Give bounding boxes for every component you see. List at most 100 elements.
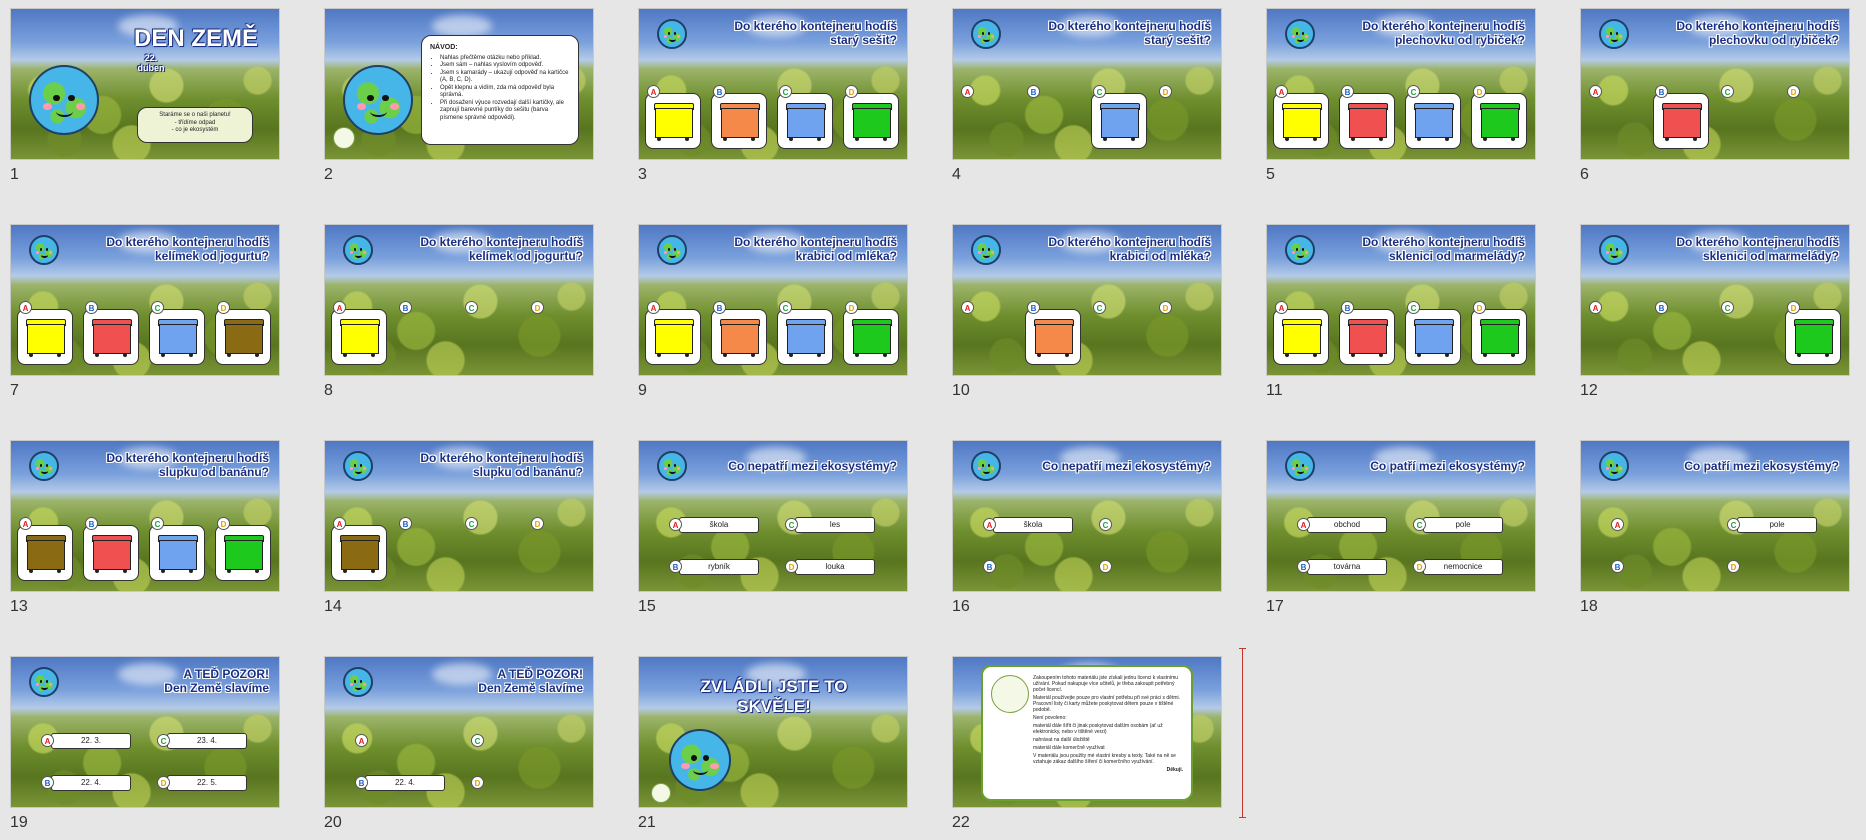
bin-card-d[interactable] xyxy=(1471,93,1527,149)
answer-option-c[interactable]: 23. 4. xyxy=(167,733,247,749)
bin-card-b[interactable] xyxy=(711,93,767,149)
slide-thumbnail-cell[interactable]: Co nepatří mezi ekosystémy? Aškola B C D 16 xyxy=(952,440,1222,615)
slide-thumbnail-cell[interactable]: Do kterého kontejneru hodíš sklenici od … xyxy=(1580,224,1850,399)
answer-option-c[interactable]: pole xyxy=(1737,517,1817,533)
slide-thumbnail-cell[interactable]: A TEĎ POZOR! Den Země slavíme A B 22. 4. C D 2… xyxy=(324,656,594,831)
slide-thumbnail-cell[interactable]: Do kterého kontejneru hodíš plechovku od… xyxy=(1266,8,1536,183)
bin-wheel xyxy=(1131,137,1135,141)
bin-wheel xyxy=(1103,137,1107,141)
slide-question: Do kterého kontejneru hodíš kelímek od j… xyxy=(106,235,269,263)
bin-card-a[interactable] xyxy=(331,309,387,365)
bin-card-c[interactable] xyxy=(1405,93,1461,149)
slide-thumbnail-cell[interactable]: Do kterého kontejneru hodíš sklenici od … xyxy=(1266,224,1536,399)
bin-card-d[interactable] xyxy=(1785,309,1841,365)
bin-card-b[interactable] xyxy=(711,309,767,365)
slide-thumbnail-cell[interactable]: Co patří mezi ekosystémy? Aobchod Btovárna… xyxy=(1266,440,1536,615)
bin-card-b[interactable] xyxy=(1653,93,1709,149)
answer-option-b[interactable]: 22. 4. xyxy=(365,775,445,791)
slide-thumbnail-10[interactable]: Do kterého kontejneru hodíš krabici od m… xyxy=(952,224,1222,376)
slide-thumbnail-cell[interactable]: Co nepatří mezi ekosystémy? Aškola Brybník… xyxy=(638,440,908,615)
slide-thumbnail-cell[interactable]: Do kterého kontejneru hodíš slupku od ba… xyxy=(324,440,594,615)
slide-thumbnail-17[interactable]: Co patří mezi ekosystémy? Aobchod Btovárna… xyxy=(1266,440,1536,592)
slide-thumbnail-cell[interactable]: A TEĎ POZOR! Den Země slavíme A 22. 3. B 22.… xyxy=(10,656,280,831)
bin-card-a[interactable] xyxy=(17,309,73,365)
bin-card-c[interactable] xyxy=(1405,309,1461,365)
slide-thumbnail-20[interactable]: A TEĎ POZOR! Den Země slavíme A B 22. 4. C D xyxy=(324,656,594,808)
slide-number: 4 xyxy=(952,166,961,183)
bin-card-a[interactable] xyxy=(645,93,701,149)
bin-card-d[interactable] xyxy=(843,309,899,365)
slide-thumbnail-cell[interactable]: NÁVOD: Nahlas přečtěme otázku nebo příkla… xyxy=(324,8,594,183)
answer-option-b[interactable]: 22. 4. xyxy=(51,775,131,791)
bin-card-a[interactable] xyxy=(1273,309,1329,365)
answer-option-d[interactable]: louka xyxy=(795,559,875,575)
answer-option-d[interactable]: nemocnice xyxy=(1423,559,1503,575)
slide-thumbnail-19[interactable]: A TEĎ POZOR! Den Země slavíme A 22. 3. B 22.… xyxy=(10,656,280,808)
bin-card-a[interactable] xyxy=(17,525,73,581)
slide-thumbnail-16[interactable]: Co nepatří mezi ekosystémy? Aškola B C D xyxy=(952,440,1222,592)
slide-thumbnail-15[interactable]: Co nepatří mezi ekosystémy? Aškola Brybník… xyxy=(638,440,908,592)
answer-option-a[interactable]: škola xyxy=(679,517,759,533)
slide-thumbnail-9[interactable]: Do kterého kontejneru hodíš krabici od m… xyxy=(638,224,908,376)
slide-question: Do kterého kontejneru hodíš kelímek od j… xyxy=(420,235,583,263)
slide-thumbnail-2[interactable]: NÁVOD: Nahlas přečtěme otázku nebo příkla… xyxy=(324,8,594,160)
slide-thumbnail-cell[interactable]: Do kterého kontejneru hodíš slupku od ba… xyxy=(10,440,280,615)
slide-thumbnail-cell[interactable]: Zakoupením tohoto materiálu jste získali… xyxy=(952,656,1222,831)
slide-thumbnail-cell[interactable]: DEN ZEMĚ 22. duben Staráme se o naši plane… xyxy=(10,8,280,183)
slide-thumbnail-cell[interactable]: Do kterého kontejneru hodíš kelímek od j… xyxy=(10,224,280,399)
slide-thumbnail-14[interactable]: Do kterého kontejneru hodíš slupku od ba… xyxy=(324,440,594,592)
bin-card-d[interactable] xyxy=(215,309,271,365)
slide-thumbnail-cell[interactable]: Do kterého kontejneru hodíš krabici od m… xyxy=(952,224,1222,399)
slide-thumbnail-cell[interactable]: Do kterého kontejneru hodíš kelímek od j… xyxy=(324,224,594,399)
slide-thumbnail-8[interactable]: Do kterého kontejneru hodíš kelímek od j… xyxy=(324,224,594,376)
answer-option-a[interactable]: 22. 3. xyxy=(51,733,131,749)
bin-card-b[interactable] xyxy=(83,309,139,365)
slide-thumbnail-11[interactable]: Do kterého kontejneru hodíš sklenici od … xyxy=(1266,224,1536,376)
answer-letter-c: C xyxy=(785,518,798,531)
slide-thumbnail-12[interactable]: Do kterého kontejneru hodíš sklenici od … xyxy=(1580,224,1850,376)
answer-option-a[interactable]: obchod xyxy=(1307,517,1387,533)
bin-card-c[interactable] xyxy=(777,309,833,365)
bin-card-a[interactable] xyxy=(331,525,387,581)
bin-card-c[interactable] xyxy=(777,93,833,149)
slide-thumbnail-1[interactable]: DEN ZEMĚ 22. duben Staráme se o naši plane… xyxy=(10,8,280,160)
bin-card-c[interactable] xyxy=(149,309,205,365)
slide-thumbnail-cell[interactable]: Co patří mezi ekosystémy? A B Cpole D 18 xyxy=(1580,440,1850,615)
bin-card-c[interactable] xyxy=(1091,93,1147,149)
bin-card-b[interactable] xyxy=(1025,309,1081,365)
slide-thumbnail-cell[interactable]: Do kterého kontejneru hodíš starý sešit?… xyxy=(952,8,1222,183)
bin-card-d[interactable] xyxy=(843,93,899,149)
bin-card-c[interactable] xyxy=(149,525,205,581)
slide-thumbnail-5[interactable]: Do kterého kontejneru hodíš plechovku od… xyxy=(1266,8,1536,160)
bin-card-b[interactable] xyxy=(1339,309,1395,365)
slide-thumbnail-cell[interactable]: ZVLÁDLI JSTE TO SKVĚLE! 21 xyxy=(638,656,908,831)
slide-thumbnail-21[interactable]: ZVLÁDLI JSTE TO SKVĚLE! xyxy=(638,656,908,808)
bin-card-b[interactable] xyxy=(1339,93,1395,149)
answer-option-b[interactable]: továrna xyxy=(1307,559,1387,575)
slide-thumbnail-6[interactable]: Do kterého kontejneru hodíš plechovku od… xyxy=(1580,8,1850,160)
answer-option-b[interactable]: rybník xyxy=(679,559,759,575)
slide-thumbnail-4[interactable]: Do kterého kontejneru hodíš starý sešit?… xyxy=(952,8,1222,160)
slide-thumbnail-18[interactable]: Co patří mezi ekosystémy? A B Cpole D xyxy=(1580,440,1850,592)
bin-card-a[interactable] xyxy=(1273,93,1329,149)
slide-question: Co patří mezi ekosystémy? xyxy=(1684,459,1839,473)
slide-thumbnail-3[interactable]: Do kterého kontejneru hodíš starý sešit?… xyxy=(638,8,908,160)
answer-option-c[interactable]: les xyxy=(795,517,875,533)
answer-option-a[interactable]: škola xyxy=(993,517,1073,533)
answer-letter-c: C xyxy=(1413,518,1426,531)
slide-thumbnail-13[interactable]: Do kterého kontejneru hodíš slupku od ba… xyxy=(10,440,280,592)
slide-thumbnail-cell[interactable]: Do kterého kontejneru hodíš starý sešit?… xyxy=(638,8,908,183)
answer-option-d[interactable]: 22. 5. xyxy=(167,775,247,791)
slide-thumbnail-22[interactable]: Zakoupením tohoto materiálu jste získali… xyxy=(952,656,1222,808)
bin-card-a[interactable] xyxy=(645,309,701,365)
earth-mascot-icon xyxy=(971,451,1001,481)
bin-wheel xyxy=(723,137,727,141)
bin-card-b[interactable] xyxy=(83,525,139,581)
answer-option-c[interactable]: pole xyxy=(1423,517,1503,533)
bin-card-d[interactable] xyxy=(215,525,271,581)
slide-thumbnail-cell[interactable]: Do kterého kontejneru hodíš krabici od m… xyxy=(638,224,908,399)
slide-thumbnail-7[interactable]: Do kterého kontejneru hodíš kelímek od j… xyxy=(10,224,280,376)
slide-thumbnail-cell[interactable]: Do kterého kontejneru hodíš plechovku od… xyxy=(1580,8,1850,183)
bin-wheel xyxy=(789,353,793,357)
bin-card-d[interactable] xyxy=(1471,309,1527,365)
